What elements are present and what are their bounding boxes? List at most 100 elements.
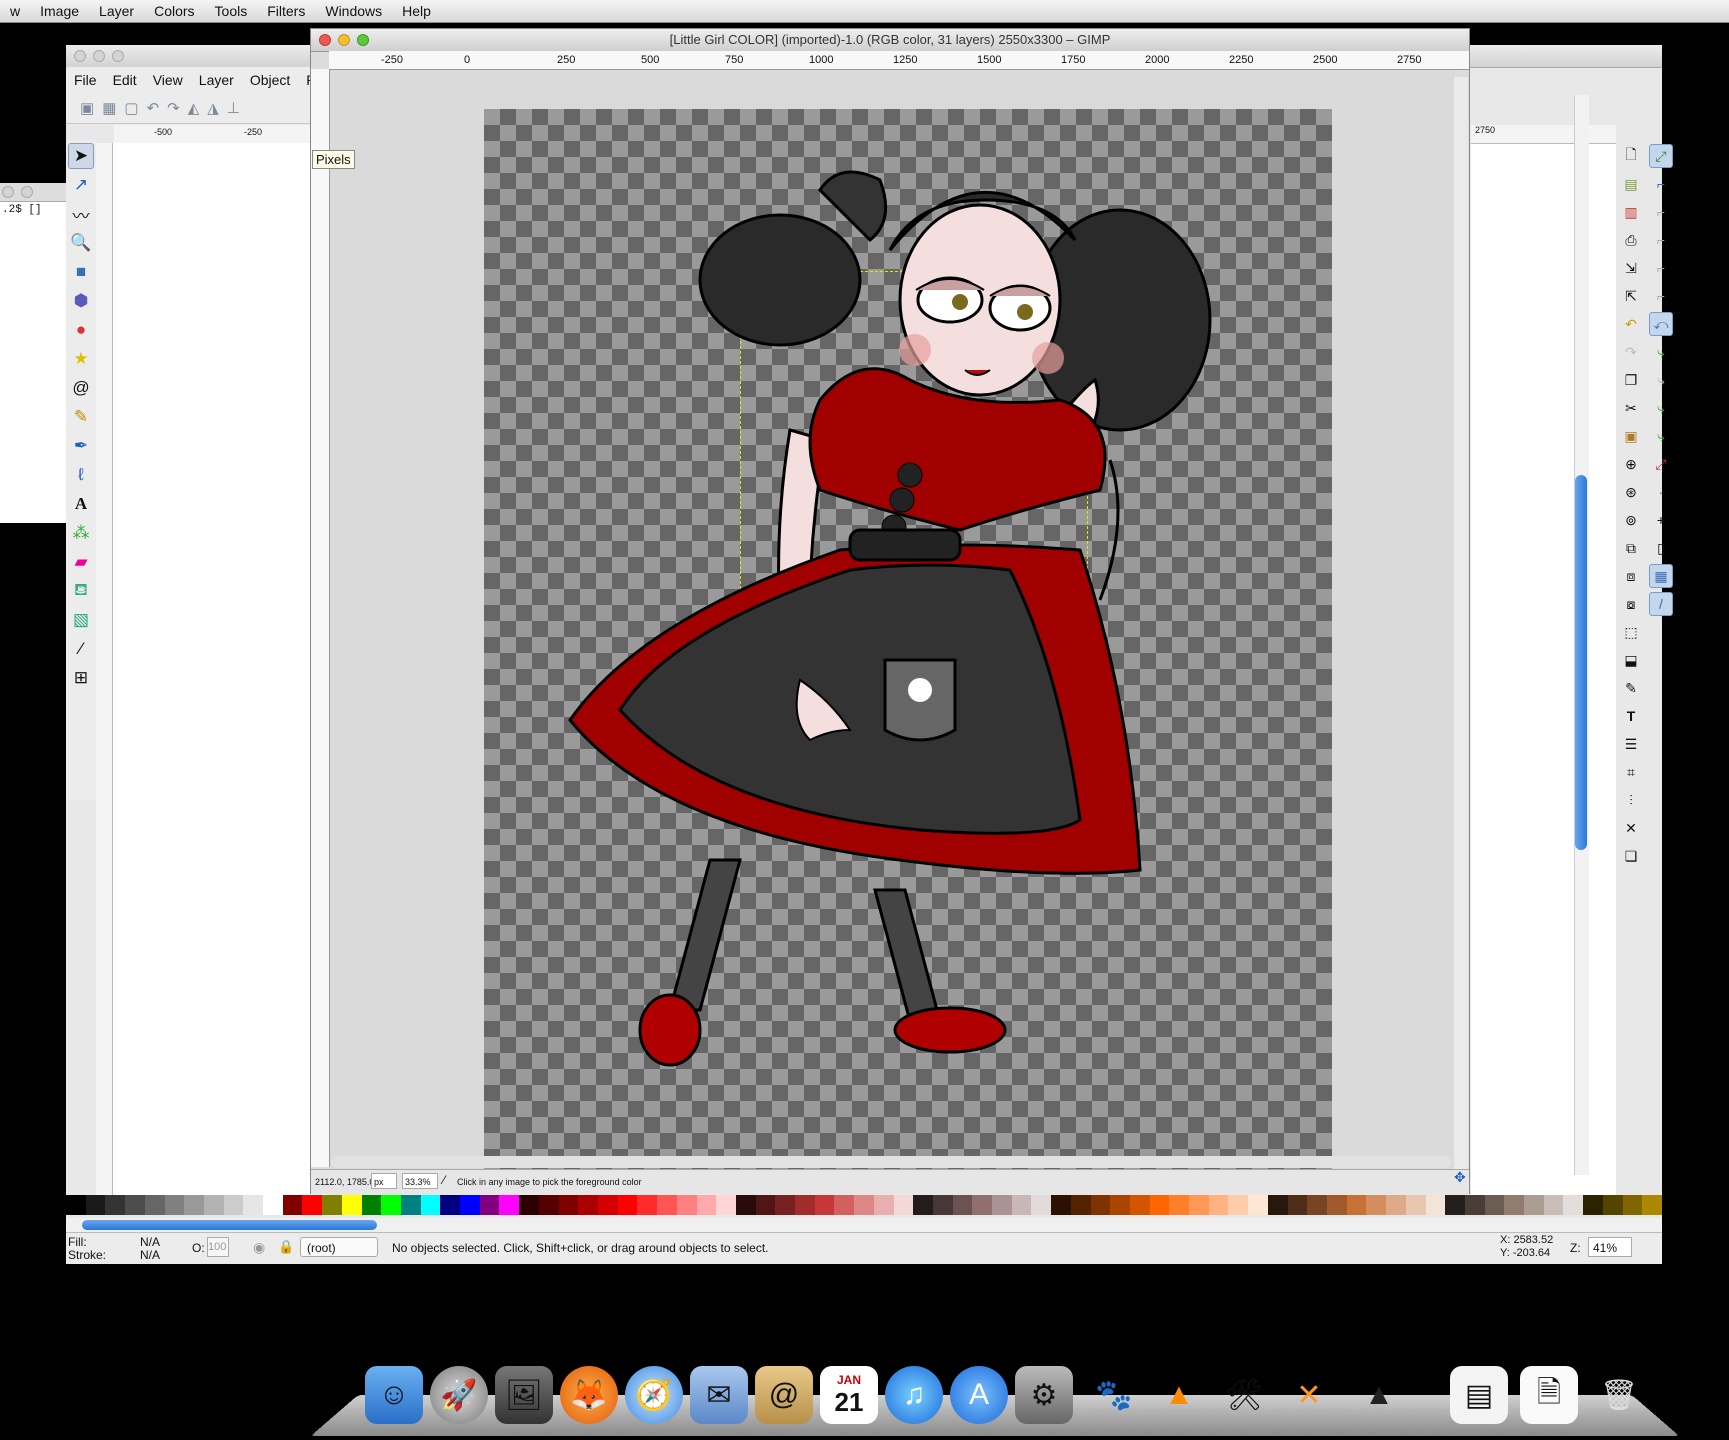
- palette-swatch[interactable]: [1563, 1195, 1584, 1215]
- snap-rotation-center-icon[interactable]: +: [1649, 508, 1673, 532]
- palette-swatch[interactable]: [657, 1195, 677, 1215]
- menu-help[interactable]: Help: [392, 3, 441, 19]
- connector-tool-icon[interactable]: ⊞: [68, 665, 94, 691]
- redo-icon[interactable]: ↷: [1619, 340, 1643, 364]
- palette-swatch[interactable]: [1110, 1195, 1130, 1215]
- menu-filters[interactable]: Filters: [257, 3, 315, 19]
- copy-icon[interactable]: ❐: [1619, 368, 1643, 392]
- ellipse-tool-icon[interactable]: ●: [68, 317, 94, 343]
- finder-icon[interactable]: ☺: [365, 1366, 423, 1424]
- eraser-tool-icon[interactable]: ▰: [68, 549, 94, 575]
- inkscape-vertical-scroll-thumb[interactable]: [1575, 475, 1587, 850]
- palette-swatch[interactable]: [972, 1195, 993, 1215]
- align-distribute-icon[interactable]: ⫶: [1619, 788, 1643, 812]
- color-palette[interactable]: [66, 1195, 1662, 1215]
- palette-swatch[interactable]: [637, 1195, 658, 1215]
- palette-swatch[interactable]: [1169, 1195, 1190, 1215]
- palette-swatch[interactable]: [400, 1195, 421, 1215]
- palette-swatch[interactable]: [716, 1195, 736, 1215]
- palette-swatch[interactable]: [1287, 1195, 1308, 1215]
- palette-swatch[interactable]: [440, 1195, 461, 1215]
- calligraphy-tool-icon[interactable]: ℓ: [68, 462, 94, 488]
- palette-swatch[interactable]: [1504, 1195, 1525, 1215]
- palette-swatch[interactable]: [243, 1195, 264, 1215]
- gradient-tool-icon[interactable]: ▧: [68, 607, 94, 633]
- palette-swatch[interactable]: [913, 1195, 933, 1215]
- snap-bbox-midpoint-icon[interactable]: ⌐: [1649, 256, 1673, 280]
- vlc-icon[interactable]: ▲: [1150, 1366, 1208, 1424]
- palette-swatch[interactable]: [755, 1195, 776, 1215]
- palette-swatch[interactable]: [420, 1195, 441, 1215]
- rectangle-tool-icon[interactable]: ■: [68, 259, 94, 285]
- text-tool-icon[interactable]: A: [68, 491, 94, 517]
- palette-swatch[interactable]: [341, 1195, 362, 1215]
- palette-swatch[interactable]: [105, 1195, 126, 1215]
- palette-swatch[interactable]: [381, 1195, 401, 1215]
- palette-swatch[interactable]: [125, 1195, 145, 1215]
- palette-swatch[interactable]: [1070, 1195, 1091, 1215]
- ink-menu-file[interactable]: File: [66, 72, 105, 88]
- palette-swatch[interactable]: [1090, 1195, 1111, 1215]
- ink-menu-layer[interactable]: Layer: [191, 72, 242, 88]
- preferences-icon[interactable]: ✕: [1619, 816, 1643, 840]
- gimp-zoom-button[interactable]: [357, 34, 369, 46]
- palette-swatch[interactable]: [499, 1195, 520, 1215]
- import-icon[interactable]: ⇲: [1619, 256, 1643, 280]
- palette-swatch[interactable]: [795, 1195, 815, 1215]
- zoom-button[interactable]: [112, 50, 124, 62]
- palette-swatch[interactable]: [1622, 1195, 1643, 1215]
- menu-image[interactable]: Image: [30, 3, 89, 19]
- zoom-drawing-icon[interactable]: ⊛: [1619, 480, 1643, 504]
- palette-swatch[interactable]: [676, 1195, 697, 1215]
- snap-intersection-icon[interactable]: ⤷: [1649, 368, 1673, 392]
- snap-smooth-icon[interactable]: ⤷: [1649, 424, 1673, 448]
- snap-center-icon[interactable]: ·: [1649, 480, 1673, 504]
- zoom-dropdown[interactable]: 33.3%: [402, 1173, 438, 1189]
- palette-swatch[interactable]: [1386, 1195, 1406, 1215]
- palette-swatch[interactable]: [854, 1195, 874, 1215]
- gimp-canvas[interactable]: [330, 70, 1455, 1188]
- inkscape-canvas[interactable]: [113, 143, 326, 1213]
- zoom-page-icon[interactable]: ⊚: [1619, 508, 1643, 532]
- ungroup-icon[interactable]: ⬓: [1619, 648, 1643, 672]
- calendar-icon[interactable]: JAN 21: [820, 1366, 878, 1424]
- palette-swatch[interactable]: [1602, 1195, 1623, 1215]
- gimp-minimize-button[interactable]: [338, 34, 350, 46]
- palette-swatch[interactable]: [282, 1195, 303, 1215]
- open-folder-icon[interactable]: ▤: [1619, 172, 1643, 196]
- spray-tool-icon[interactable]: ⁂: [68, 520, 94, 546]
- palette-swatch[interactable]: [1031, 1195, 1052, 1215]
- firefox-icon[interactable]: 🦊: [560, 1366, 618, 1424]
- palette-swatch[interactable]: [558, 1195, 579, 1215]
- palette-swatch[interactable]: [814, 1195, 835, 1215]
- text-font-icon[interactable]: T: [1619, 704, 1643, 728]
- palette-swatch[interactable]: [85, 1195, 106, 1215]
- navigate-icon[interactable]: ✥: [1454, 1169, 1466, 1186]
- select-all-layers-icon[interactable]: ▦: [102, 99, 116, 117]
- palette-swatch[interactable]: [578, 1195, 598, 1215]
- palette-swatch[interactable]: [144, 1195, 165, 1215]
- tweak-tool-icon[interactable]: 〰: [68, 201, 94, 227]
- duplicate-icon[interactable]: ⧉: [1619, 536, 1643, 560]
- launchpad-icon[interactable]: 🚀: [430, 1366, 488, 1424]
- rotate-cw-icon[interactable]: ↷: [167, 99, 180, 117]
- menu-w[interactable]: w: [0, 3, 30, 19]
- pencil-tool-icon[interactable]: ✎: [68, 404, 94, 430]
- snap-path-icon[interactable]: ⤷: [1649, 340, 1673, 364]
- dropper-tool-icon[interactable]: ⁄: [68, 636, 94, 662]
- palette-swatch[interactable]: [775, 1195, 796, 1215]
- contacts-icon[interactable]: @: [755, 1366, 813, 1424]
- itunes-icon[interactable]: ♫: [885, 1366, 943, 1424]
- ink-menu-edit[interactable]: Edit: [105, 72, 145, 88]
- 3d-box-tool-icon[interactable]: ⬢: [68, 288, 94, 314]
- group-icon[interactable]: ⬚: [1619, 620, 1643, 644]
- palette-swatch[interactable]: [1642, 1195, 1662, 1215]
- menu-colors[interactable]: Colors: [144, 3, 204, 19]
- palette-swatch[interactable]: [952, 1195, 973, 1215]
- instruments-icon[interactable]: ✕: [1280, 1366, 1338, 1424]
- palette-swatch[interactable]: [538, 1195, 559, 1215]
- inkscape-horizontal-scroll-thumb[interactable]: [82, 1220, 377, 1230]
- palette-swatch[interactable]: [479, 1195, 500, 1215]
- minimize-button[interactable]: [93, 50, 105, 62]
- palette-swatch[interactable]: [184, 1195, 204, 1215]
